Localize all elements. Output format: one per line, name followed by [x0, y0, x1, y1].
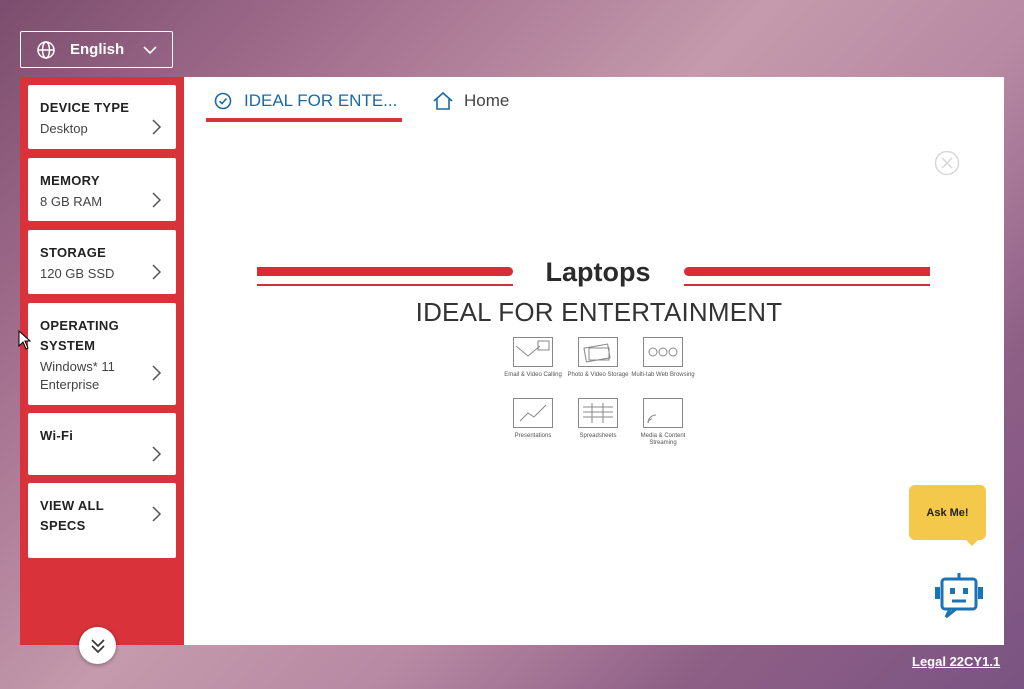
- spec-title: MEMORY: [40, 173, 100, 188]
- email-video-icon: [513, 337, 553, 367]
- globe-icon: [36, 40, 56, 60]
- spec-card-storage[interactable]: STORAGE 120 GB SSD: [28, 230, 176, 294]
- tab-label: IDEAL FOR ENTE...: [244, 91, 398, 110]
- slide-decor-bar-left: [257, 267, 513, 276]
- chevron-right-icon: [152, 264, 162, 280]
- tab-ideal-for-entertainment[interactable]: IDEAL FOR ENTE...: [214, 89, 397, 113]
- spec-value: 120 GB SSD: [40, 266, 115, 281]
- active-tab-indicator: [206, 118, 402, 122]
- icon-label: Photo & Video Storage: [567, 372, 629, 378]
- spec-value: Desktop: [40, 121, 88, 136]
- presentation-icon: [513, 398, 553, 428]
- spec-title: Wi-Fi: [40, 428, 74, 443]
- content-panel: IDEAL FOR ENTE... Home Laptops IDEAL FOR…: [184, 77, 1004, 645]
- mouse-cursor-icon: [18, 330, 32, 350]
- slide-title: Laptops: [545, 257, 651, 287]
- slide-decor-bar-right: [684, 267, 930, 276]
- spec-title: DEVICE TYPE: [40, 100, 130, 115]
- spreadsheet-icon: [578, 398, 618, 428]
- chevron-right-icon: [152, 192, 162, 208]
- ask-me-chat-button[interactable]: Ask Me!: [909, 485, 986, 540]
- spec-title: STORAGE: [40, 245, 107, 260]
- chevron-down-icon: [142, 42, 158, 58]
- chat-bubble-tail: [964, 538, 980, 546]
- language-label: English: [70, 41, 125, 58]
- scroll-down-button[interactable]: [79, 627, 116, 664]
- chevron-right-icon: [152, 506, 162, 522]
- chevron-right-icon: [152, 365, 162, 381]
- legal-link[interactable]: Legal 22CY1.1: [912, 654, 1000, 669]
- tab-label: Home: [464, 91, 510, 110]
- streaming-icon: [643, 398, 683, 428]
- spec-title: VIEW ALL SPECS: [40, 498, 104, 533]
- spec-card-operating-system[interactable]: OPERATING SYSTEM Windows* 11 Enterprise: [28, 303, 176, 405]
- icon-label: Spreadsheets: [579, 433, 617, 439]
- spec-card-wifi[interactable]: Wi-Fi: [28, 413, 176, 475]
- spec-title: OPERATING SYSTEM: [40, 318, 120, 353]
- icon-label: Email & Video Calling: [504, 372, 562, 378]
- spec-sidebar: DEVICE TYPE Desktop MEMORY 8 GB RAM STOR…: [20, 77, 184, 645]
- slide-subtitle: IDEAL FOR ENTERTAINMENT: [415, 297, 783, 327]
- spec-card-memory[interactable]: MEMORY 8 GB RAM: [28, 158, 176, 221]
- double-chevron-down-icon: [90, 638, 105, 653]
- spec-card-device-type[interactable]: DEVICE TYPE Desktop: [28, 85, 176, 149]
- chevron-right-icon: [152, 119, 162, 135]
- close-icon[interactable]: [934, 150, 960, 176]
- check-circle-icon: [214, 92, 232, 110]
- icon-label: Media & Content Streaming: [640, 433, 686, 446]
- slide-decor-line-left: [257, 284, 513, 286]
- ask-me-label: Ask Me!: [926, 506, 969, 519]
- spec-value: Windows* 11 Enterprise: [40, 359, 115, 392]
- icon-label: Presentations: [514, 433, 552, 439]
- photo-storage-icon: [578, 337, 618, 367]
- slide-decor-line-right: [684, 284, 930, 286]
- tab-home[interactable]: Home: [432, 89, 509, 113]
- spec-value: 8 GB RAM: [40, 194, 103, 209]
- chat-robot-icon[interactable]: [932, 571, 986, 619]
- icon-label: Multi-tab Web Browsing: [631, 372, 695, 378]
- home-icon: [432, 90, 454, 112]
- chevron-right-icon: [152, 446, 162, 462]
- spec-card-view-all[interactable]: VIEW ALL SPECS: [28, 483, 176, 558]
- language-selector[interactable]: English: [20, 31, 173, 68]
- browser-tabs-icon: [643, 337, 683, 367]
